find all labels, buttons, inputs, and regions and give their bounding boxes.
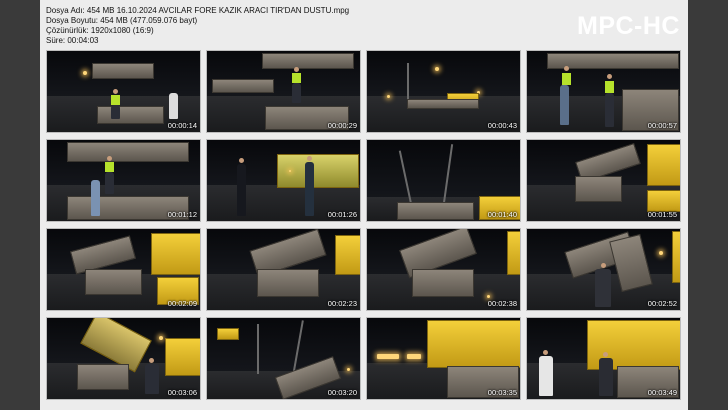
timestamp: 00:00:57 xyxy=(647,121,677,130)
timestamp: 00:02:38 xyxy=(487,299,517,308)
video-frame xyxy=(207,229,360,310)
timestamp: 00:02:23 xyxy=(327,299,357,308)
file-size: Dosya Boyutu: 454 MB (477.059.076 bayt) xyxy=(46,16,198,25)
thumbnail[interactable]: 00:03:49 xyxy=(526,317,681,400)
thumbnail[interactable]: 00:01:55 xyxy=(526,139,681,222)
thumbnail[interactable]: 00:01:26 xyxy=(206,139,361,222)
video-frame xyxy=(47,229,200,310)
thumbnail-grid: 00:00:14 00:00:29 00:00:43 00:00:57 00:0… xyxy=(46,50,681,400)
timestamp: 00:02:52 xyxy=(647,299,677,308)
video-frame xyxy=(47,51,200,132)
thumbnail[interactable]: 00:02:52 xyxy=(526,228,681,311)
video-frame xyxy=(367,140,520,221)
thumbnail[interactable]: 00:03:35 xyxy=(366,317,521,400)
video-frame xyxy=(527,51,680,132)
video-frame xyxy=(527,140,680,221)
timestamp: 00:00:14 xyxy=(167,121,197,130)
timestamp: 00:01:26 xyxy=(327,210,357,219)
timestamp: 00:01:12 xyxy=(167,210,197,219)
thumbnail[interactable]: 00:02:38 xyxy=(366,228,521,311)
timestamp: 00:00:43 xyxy=(487,121,517,130)
thumbnail[interactable]: 00:00:43 xyxy=(366,50,521,133)
thumbnail-sheet: Dosya Adı: 454 MB 16.10.2024 AVCILAR FOR… xyxy=(40,0,688,410)
timestamp: 00:02:09 xyxy=(167,299,197,308)
video-frame xyxy=(527,229,680,310)
thumbnail[interactable]: 00:03:20 xyxy=(206,317,361,400)
video-frame xyxy=(207,140,360,221)
thumbnail[interactable]: 00:02:09 xyxy=(46,228,201,311)
thumbnail[interactable]: 00:00:29 xyxy=(206,50,361,133)
video-frame xyxy=(367,229,520,310)
video-frame xyxy=(47,318,200,399)
video-frame xyxy=(207,318,360,399)
timestamp: 00:03:35 xyxy=(487,388,517,397)
file-info: Dosya Adı: 454 MB 16.10.2024 AVCILAR FOR… xyxy=(46,6,349,46)
thumbnail[interactable]: 00:01:40 xyxy=(366,139,521,222)
thumbnail[interactable]: 00:00:57 xyxy=(526,50,681,133)
thumbnail[interactable]: 00:02:23 xyxy=(206,228,361,311)
resolution: Çözünürlük: 1920x1080 (16:9) xyxy=(46,26,154,35)
timestamp: 00:03:06 xyxy=(167,388,197,397)
timestamp: 00:03:49 xyxy=(647,388,677,397)
timestamp: 00:01:55 xyxy=(647,210,677,219)
video-frame xyxy=(47,140,200,221)
thumbnail[interactable]: 00:00:14 xyxy=(46,50,201,133)
thumbnail[interactable]: 00:03:06 xyxy=(46,317,201,400)
thumbnail[interactable]: 00:01:12 xyxy=(46,139,201,222)
duration: Süre: 00:04:03 xyxy=(46,36,99,45)
timestamp: 00:03:20 xyxy=(327,388,357,397)
video-frame xyxy=(207,51,360,132)
mpc-hc-logo: MPC-HC xyxy=(577,12,680,40)
file-name: Dosya Adı: 454 MB 16.10.2024 AVCILAR FOR… xyxy=(46,6,350,15)
video-frame xyxy=(367,51,520,132)
video-frame xyxy=(367,318,520,399)
video-frame xyxy=(527,318,680,399)
timestamp: 00:01:40 xyxy=(487,210,517,219)
timestamp: 00:00:29 xyxy=(327,121,357,130)
